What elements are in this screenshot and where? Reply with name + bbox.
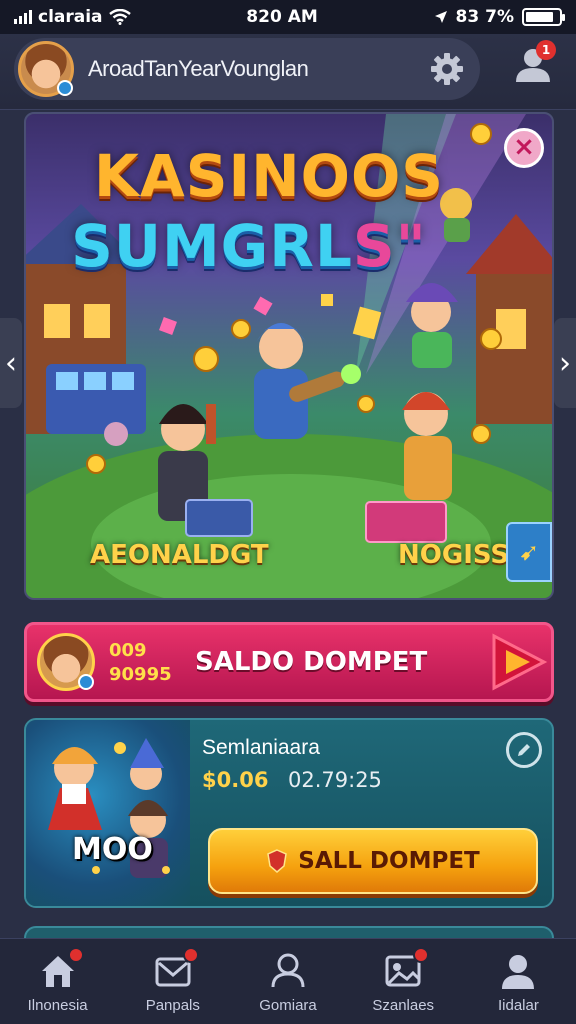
nav-label: Szanlaes [372, 997, 435, 1014]
saldo-dompet-bar[interactable]: 009 90995 SALDO DOMPET [24, 622, 554, 702]
nav-item-home[interactable]: Ilnonesia [0, 939, 115, 1024]
nav-item-profile[interactable]: Iidalar [461, 939, 576, 1024]
saldo-play-button[interactable] [487, 625, 551, 699]
mail-notification-dot [182, 947, 199, 963]
carousel-prev-button[interactable]: ‹ [0, 318, 22, 408]
location-arrow-icon [434, 11, 447, 23]
nav-label: Panpals [145, 997, 200, 1014]
person-icon [271, 953, 305, 988]
signal-icon [14, 10, 32, 24]
avatar[interactable] [18, 41, 74, 97]
clock: 820 AM [246, 7, 318, 27]
nav-item-gallery[interactable]: Szanlaes [346, 939, 461, 1024]
hero-label-right: NOGISS [398, 540, 510, 570]
close-banner-button[interactable]: × [504, 128, 544, 168]
home-notification-dot [67, 947, 84, 963]
nav-item-person[interactable]: Gomiara [230, 939, 345, 1024]
pencil-icon [518, 744, 530, 756]
hero-corner-button[interactable]: ➹ [506, 522, 552, 582]
nav-item-mail[interactable]: Panpals [115, 939, 230, 1024]
nav-label: Ilnonesia [27, 997, 88, 1014]
hero-subtitle-main: SUMGRL [71, 212, 353, 280]
gallery-notification-dot [413, 947, 430, 963]
hero-subtitle-accent: S" [352, 212, 427, 280]
saldo-dompet-cta-button[interactable]: SALL DOMPET [208, 828, 538, 894]
status-bar: claraia 820 AM 83 7% [0, 0, 576, 34]
hero-banner[interactable]: KASINOOS SUMGRLS" × AEONALDGT NOGISS ➹ [24, 112, 554, 600]
carrier-name: claraia [38, 7, 103, 27]
promo-illustration [48, 738, 170, 878]
app-header: AroadTanYearVounglan [0, 34, 576, 110]
saldo-avatar [37, 633, 95, 691]
edit-button[interactable] [506, 732, 542, 768]
gear-icon [431, 53, 463, 85]
verified-badge-icon [78, 674, 94, 690]
settings-button[interactable] [426, 48, 468, 90]
profile-icon [502, 955, 535, 989]
bottom-navigation: Ilnonesia Panpals Gomiara Szanlaes Iidal… [0, 938, 576, 1024]
profile-pill[interactable]: AroadTanYearVounglan [14, 38, 480, 100]
chevron-left-icon: ‹ [5, 345, 17, 381]
arrow-icon: ➹ [518, 538, 540, 566]
promo-timer: 02.79:25 [288, 768, 382, 792]
saldo-values: 009 90995 [109, 639, 172, 687]
close-icon: × [513, 132, 535, 162]
nav-label: Iidalar [497, 997, 539, 1014]
account-button[interactable]: 1 [512, 40, 556, 86]
promo-card[interactable]: MOO Semlaniaara $0.06 02.79:25 SALL DOMP… [24, 718, 554, 908]
hero-label-left: AEONALDGT [90, 540, 269, 570]
hero-subtitle: SUMGRLS" [26, 212, 512, 280]
wifi-icon [108, 9, 131, 25]
hero-title: KASINOOS [93, 142, 445, 210]
battery-percent: 83 7% [455, 7, 514, 27]
nav-label: Gomiara [259, 997, 317, 1014]
promo-art: MOO [26, 720, 190, 906]
battery-icon [521, 8, 565, 26]
verified-badge-icon [57, 80, 73, 96]
promo-amount: $0.06 [202, 768, 269, 792]
shield-icon [267, 849, 288, 873]
saldo-value-1: 009 [109, 640, 147, 661]
promo-art-label: MOO [72, 832, 153, 867]
play-icon [492, 633, 548, 691]
chevron-right-icon: › [559, 345, 571, 381]
profile-name: AroadTanYearVounglan [88, 56, 309, 81]
saldo-label: SALDO DOMPET [195, 647, 428, 677]
promo-title: Semlaniaara [202, 736, 320, 759]
saldo-value-2: 90995 [109, 664, 172, 685]
carousel-next-button[interactable]: › [554, 318, 576, 408]
notification-badge: 1 [536, 40, 556, 60]
cta-label: SALL DOMPET [298, 848, 480, 874]
